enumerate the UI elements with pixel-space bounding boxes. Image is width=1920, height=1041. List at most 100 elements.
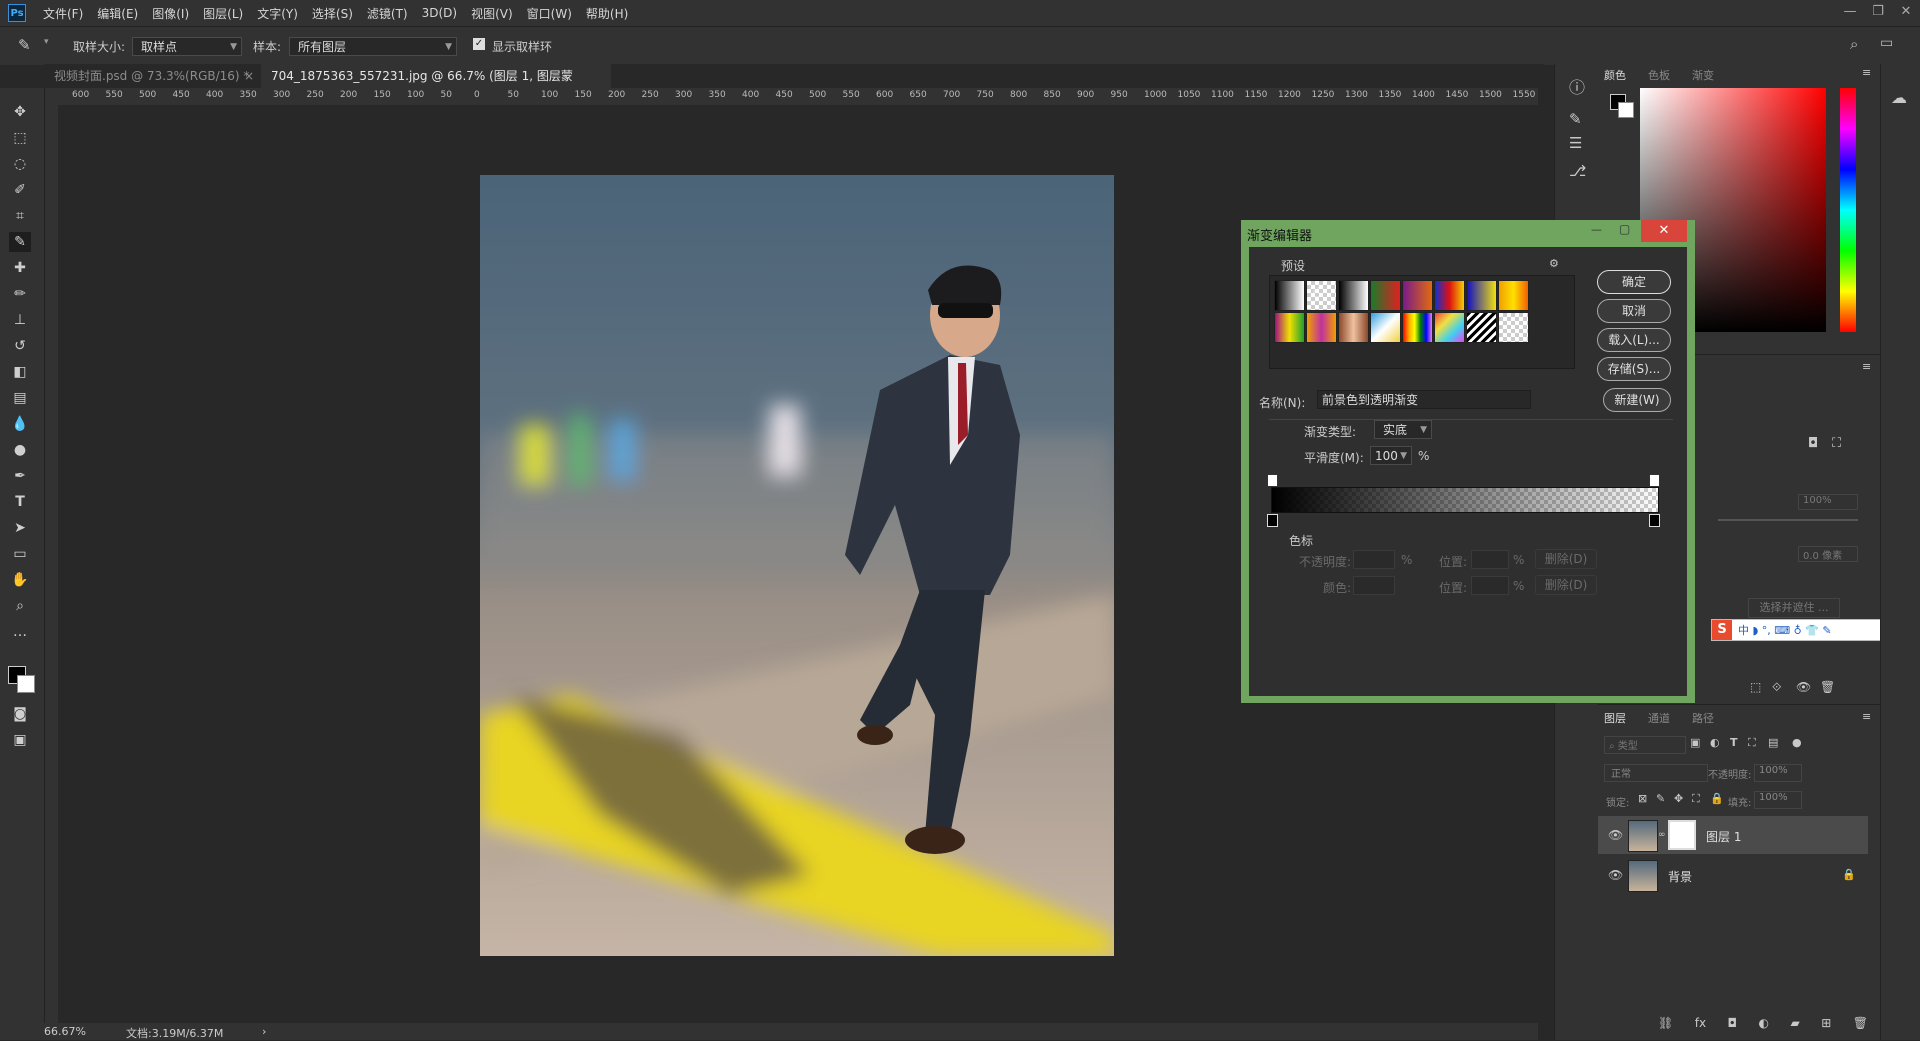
menu-3d[interactable]: 3D(D)	[415, 6, 464, 20]
menu-filter[interactable]: 滤镜(T)	[360, 5, 415, 22]
tab-color[interactable]: 颜色	[1604, 67, 1626, 83]
menu-image[interactable]: 图像(I)	[145, 5, 196, 22]
preset-swatch[interactable]	[1274, 312, 1305, 343]
move-tool-icon[interactable]: ✥	[9, 102, 31, 122]
color-stop-right[interactable]	[1649, 514, 1660, 527]
ime-toolbar[interactable]: S 中 ◗ °, ⌨ ♁ 👕 ✎	[1711, 619, 1881, 641]
eyedropper-icon[interactable]: ✎	[18, 36, 31, 54]
density-slider[interactable]	[1718, 519, 1858, 521]
fx-icon[interactable]: fx	[1695, 1016, 1706, 1036]
lock-transparent-icon[interactable]: ⊠	[1638, 792, 1647, 805]
new-layer-icon[interactable]: ⊞	[1821, 1016, 1831, 1036]
layer-kind-filter[interactable]: ⌕ 类型	[1604, 736, 1686, 754]
marquee-tool-icon[interactable]: ⬚	[9, 128, 31, 148]
preset-swatch[interactable]	[1498, 280, 1529, 311]
layer-name[interactable]: 图层 1	[1706, 828, 1741, 845]
preset-swatch[interactable]	[1498, 312, 1529, 343]
preset-swatch[interactable]	[1466, 280, 1497, 311]
link-layers-icon[interactable]: ⛓	[1658, 1016, 1673, 1036]
blur-tool-icon[interactable]: 💧	[9, 414, 31, 434]
gradient-type-select[interactable]: 实底 ▼	[1374, 420, 1432, 439]
layer-row-layer1[interactable]: 👁 ∞ 图层 1	[1598, 816, 1868, 854]
libraries-icon[interactable]: ☁	[1891, 88, 1907, 107]
dodge-tool-icon[interactable]: ●	[9, 440, 31, 460]
density-field[interactable]: 100%	[1798, 494, 1858, 510]
lock-position-icon[interactable]: ✥	[1674, 792, 1683, 805]
opacity-stop-left[interactable]	[1267, 474, 1278, 487]
zoom-level[interactable]: 66.67%	[44, 1025, 86, 1038]
gradient-tool-icon[interactable]: ▤	[9, 388, 31, 408]
restore-button[interactable]: ❐	[1864, 0, 1892, 26]
tab-document-1[interactable]: 视频封面.psd @ 73.3%(RGB/16) * ×	[44, 64, 260, 88]
preset-swatch[interactable]	[1466, 312, 1497, 343]
menu-file[interactable]: 文件(F)	[36, 5, 90, 22]
smoothness-input[interactable]: 100 ▼	[1370, 446, 1412, 465]
filter-shape-icon[interactable]: ⛶	[1748, 736, 1756, 750]
eyedropper-tool-icon[interactable]: ✎	[9, 232, 31, 252]
crop-tool-icon[interactable]: ⌗	[9, 206, 31, 226]
lock-all-icon[interactable]: 🔒	[1710, 792, 1724, 805]
menu-layer[interactable]: 图层(L)	[196, 5, 250, 22]
trash-icon[interactable]: 🗑	[1820, 680, 1835, 694]
minimize-icon[interactable]: —	[1591, 223, 1602, 236]
lock-image-icon[interactable]: ✎	[1656, 792, 1665, 805]
opacity-stop-right[interactable]	[1649, 474, 1660, 487]
menu-type[interactable]: 文字(Y)	[250, 5, 305, 22]
preset-swatch[interactable]	[1434, 312, 1465, 343]
eraser-tool-icon[interactable]: ◧	[9, 362, 31, 382]
filter-pixel-icon[interactable]: ▣	[1690, 736, 1700, 749]
hue-slider[interactable]	[1840, 88, 1856, 332]
minimize-button[interactable]: —	[1836, 0, 1864, 26]
sample-select[interactable]: 所有图层 ▼	[289, 37, 457, 56]
tab-swatches[interactable]: 色板	[1648, 67, 1670, 83]
brush-tool-icon[interactable]: ✏	[9, 284, 31, 304]
history-brush-tool-icon[interactable]: ↺	[9, 336, 31, 356]
folder-icon[interactable]: ▰	[1790, 1016, 1799, 1036]
filter-smart-icon[interactable]: ▤	[1768, 736, 1778, 749]
panel-menu-icon[interactable]: ≡	[1862, 66, 1871, 79]
layer-mask-thumbnail[interactable]	[1668, 820, 1696, 850]
menu-help[interactable]: 帮助(H)	[579, 5, 635, 22]
rectangle-tool-icon[interactable]: ▭	[9, 544, 31, 564]
dialog-titlebar[interactable]: 渐变编辑器 — ▢ ✕	[1241, 220, 1695, 246]
cancel-button[interactable]: 取消	[1597, 299, 1671, 323]
new-button[interactable]: 新建(W)	[1603, 388, 1671, 412]
menu-window[interactable]: 窗口(W)	[520, 5, 579, 22]
load-selection-icon[interactable]: ⟐	[1772, 680, 1781, 695]
panel-menu-icon[interactable]: ≡	[1862, 710, 1871, 723]
hand-tool-icon[interactable]: ✋	[9, 570, 31, 590]
path-select-tool-icon[interactable]: ➤	[9, 518, 31, 538]
mask-icon[interactable]: ◘	[1808, 436, 1818, 451]
preset-swatch[interactable]	[1434, 280, 1465, 311]
preset-swatch[interactable]	[1370, 312, 1401, 343]
stamp-tool-icon[interactable]: ⊥	[9, 310, 31, 330]
zoom-tool-icon[interactable]: ⌕	[9, 596, 31, 616]
gear-icon[interactable]: ⚙	[1549, 257, 1559, 270]
select-and-mask-button[interactable]: 选择并遮住 ...	[1748, 598, 1840, 618]
background-color-swatch[interactable]	[17, 675, 35, 693]
visibility-icon[interactable]: 👁	[1796, 680, 1811, 694]
load-button[interactable]: 载入(L)...	[1597, 328, 1671, 352]
status-arrow-icon[interactable]: ›	[262, 1025, 266, 1038]
sample-size-select[interactable]: 取样点 ▼	[132, 37, 242, 56]
maximize-icon[interactable]: ▢	[1619, 222, 1630, 236]
opacity-field[interactable]: 100%	[1754, 764, 1802, 782]
adjustments-icon[interactable]: ☰	[1569, 134, 1582, 152]
fill-field[interactable]: 100%	[1754, 791, 1802, 809]
photoshop-logo-icon[interactable]: Ps	[8, 4, 26, 22]
lock-artboard-icon[interactable]: ⛶	[1692, 792, 1700, 806]
info-icon[interactable]: ⓘ	[1569, 74, 1585, 98]
preset-swatch[interactable]	[1402, 312, 1433, 343]
link-icon[interactable]: ∞	[1658, 830, 1666, 840]
type-tool-icon[interactable]: T	[9, 492, 31, 512]
blend-mode-select[interactable]: 正常	[1604, 764, 1708, 782]
name-input[interactable]: 前景色到透明渐变	[1317, 390, 1531, 409]
preset-swatch[interactable]	[1402, 280, 1433, 311]
menu-view[interactable]: 视图(V)	[464, 5, 520, 22]
visibility-eye-icon[interactable]: 👁	[1608, 828, 1623, 842]
visibility-eye-icon[interactable]: 👁	[1608, 868, 1623, 882]
healing-brush-tool-icon[interactable]: ✚	[9, 258, 31, 278]
trash-icon[interactable]: 🗑	[1853, 1016, 1868, 1036]
chevron-down-icon[interactable]: ▾	[44, 37, 49, 47]
preset-swatch[interactable]	[1370, 280, 1401, 311]
